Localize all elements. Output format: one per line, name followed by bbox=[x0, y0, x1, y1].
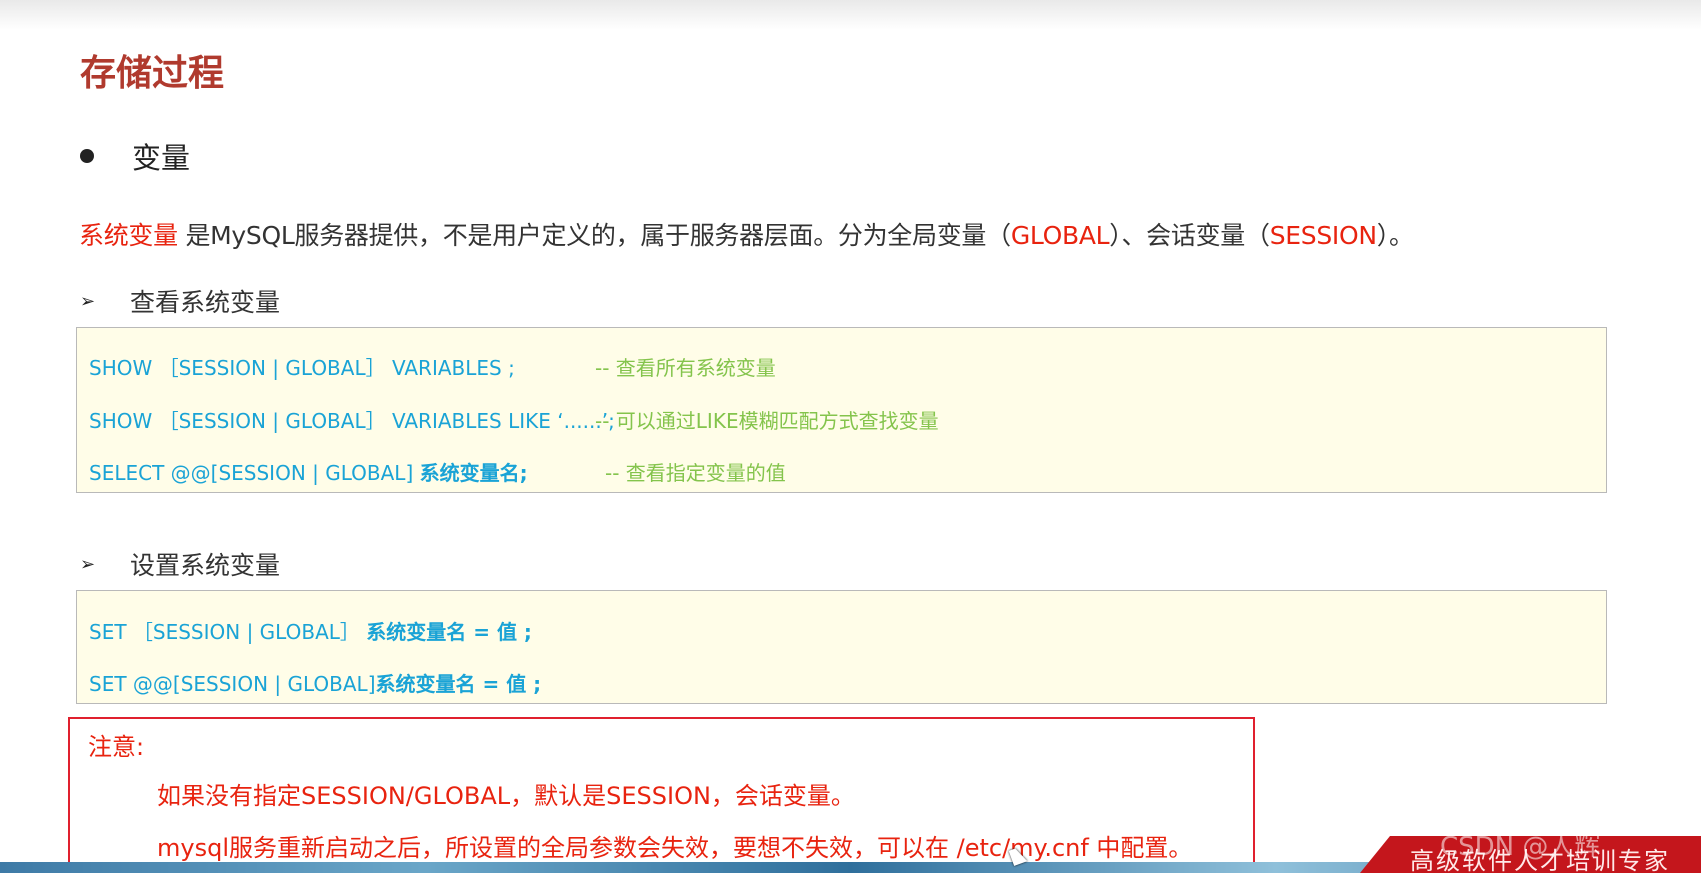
comment-select: -- 查看指定变量的值 bbox=[605, 461, 786, 485]
intro-text-b: ）、会话变量（ bbox=[1109, 221, 1270, 250]
code-line-show-like: SHOW ［SESSION | GLOBAL］ VARIABLES LIKE ‘… bbox=[89, 409, 615, 433]
intro-paragraph: 系统变量 是MySQL服务器提供，不是用户定义的，属于服务器层面。分为全局变量（… bbox=[79, 216, 1414, 252]
code-line-select: SELECT @@[SESSION | GLOBAL] 系统变量名; bbox=[89, 457, 528, 486]
slide-title: 存储过程 bbox=[80, 53, 225, 94]
code-select-varname: 系统变量名; bbox=[419, 461, 528, 485]
code-set-prefix: SET ［SESSION | GLOBAL］ bbox=[89, 620, 367, 644]
bullet-dot-icon bbox=[80, 149, 94, 163]
view-code-block: SHOW ［SESSION | GLOBAL］ VARIABLES ; -- 查… bbox=[76, 327, 1607, 493]
comment-show-variables: -- 查看所有系统变量 bbox=[595, 356, 776, 380]
note-line-restart: mysql服务重新启动之后，所设置的全局参数会失效，要想不失效，可以在 /etc… bbox=[157, 834, 1193, 862]
view-section-heading: ➢ 查看系统变量 bbox=[80, 284, 280, 318]
intro-term: 系统变量 bbox=[79, 221, 178, 250]
code-set-assign: 系统变量名 = 值 ; bbox=[366, 620, 532, 644]
intro-global: GLOBAL bbox=[1010, 221, 1110, 250]
intro-session: SESSION bbox=[1269, 221, 1377, 250]
set-heading-label: 设置系统变量 bbox=[130, 551, 281, 580]
arrow-bullet-icon: ➢ bbox=[80, 290, 96, 312]
code-select-prefix: SELECT @@[SESSION | GLOBAL] bbox=[89, 461, 420, 485]
code-line-set-scope: SET ［SESSION | GLOBAL］ 系统变量名 = 值 ; bbox=[89, 616, 532, 645]
top-shade bbox=[0, 0, 1701, 30]
code-line-set-at: SET @@[SESSION | GLOBAL]系统变量名 = 值 ; bbox=[89, 668, 541, 697]
code-line-show-variables: SHOW ［SESSION | GLOBAL］ VARIABLES ; bbox=[89, 356, 515, 380]
set-section-heading: ➢ 设置系统变量 bbox=[80, 547, 280, 581]
csdn-watermark: CSDN @人辉 bbox=[1440, 832, 1601, 862]
intro-text-c: ）。 bbox=[1376, 221, 1414, 250]
bullet-item-variables: 变量 bbox=[80, 136, 190, 176]
arrow-bullet-icon: ➢ bbox=[80, 553, 96, 575]
view-heading-label: 查看系统变量 bbox=[130, 288, 281, 317]
set-code-block: SET ［SESSION | GLOBAL］ 系统变量名 = 值 ; SET @… bbox=[76, 590, 1607, 704]
intro-text-a: 是MySQL服务器提供，不是用户定义的，属于服务器层面。分为全局变量（ bbox=[177, 221, 1011, 250]
note-box: 注意: 如果没有指定SESSION/GLOBAL，默认是SESSION，会话变量… bbox=[68, 717, 1255, 866]
code-set-at-assign: 系统变量名 = 值 ; bbox=[375, 672, 542, 696]
code-set-at-prefix: SET @@[SESSION | GLOBAL] bbox=[89, 672, 376, 696]
note-title: 注意: bbox=[88, 733, 145, 761]
note-line-default-session: 如果没有指定SESSION/GLOBAL，默认是SESSION，会话变量。 bbox=[157, 782, 855, 810]
comment-show-like: -- 可以通过LIKE模糊匹配方式查找变量 bbox=[595, 409, 939, 433]
bullet-label: 变量 bbox=[132, 141, 191, 175]
